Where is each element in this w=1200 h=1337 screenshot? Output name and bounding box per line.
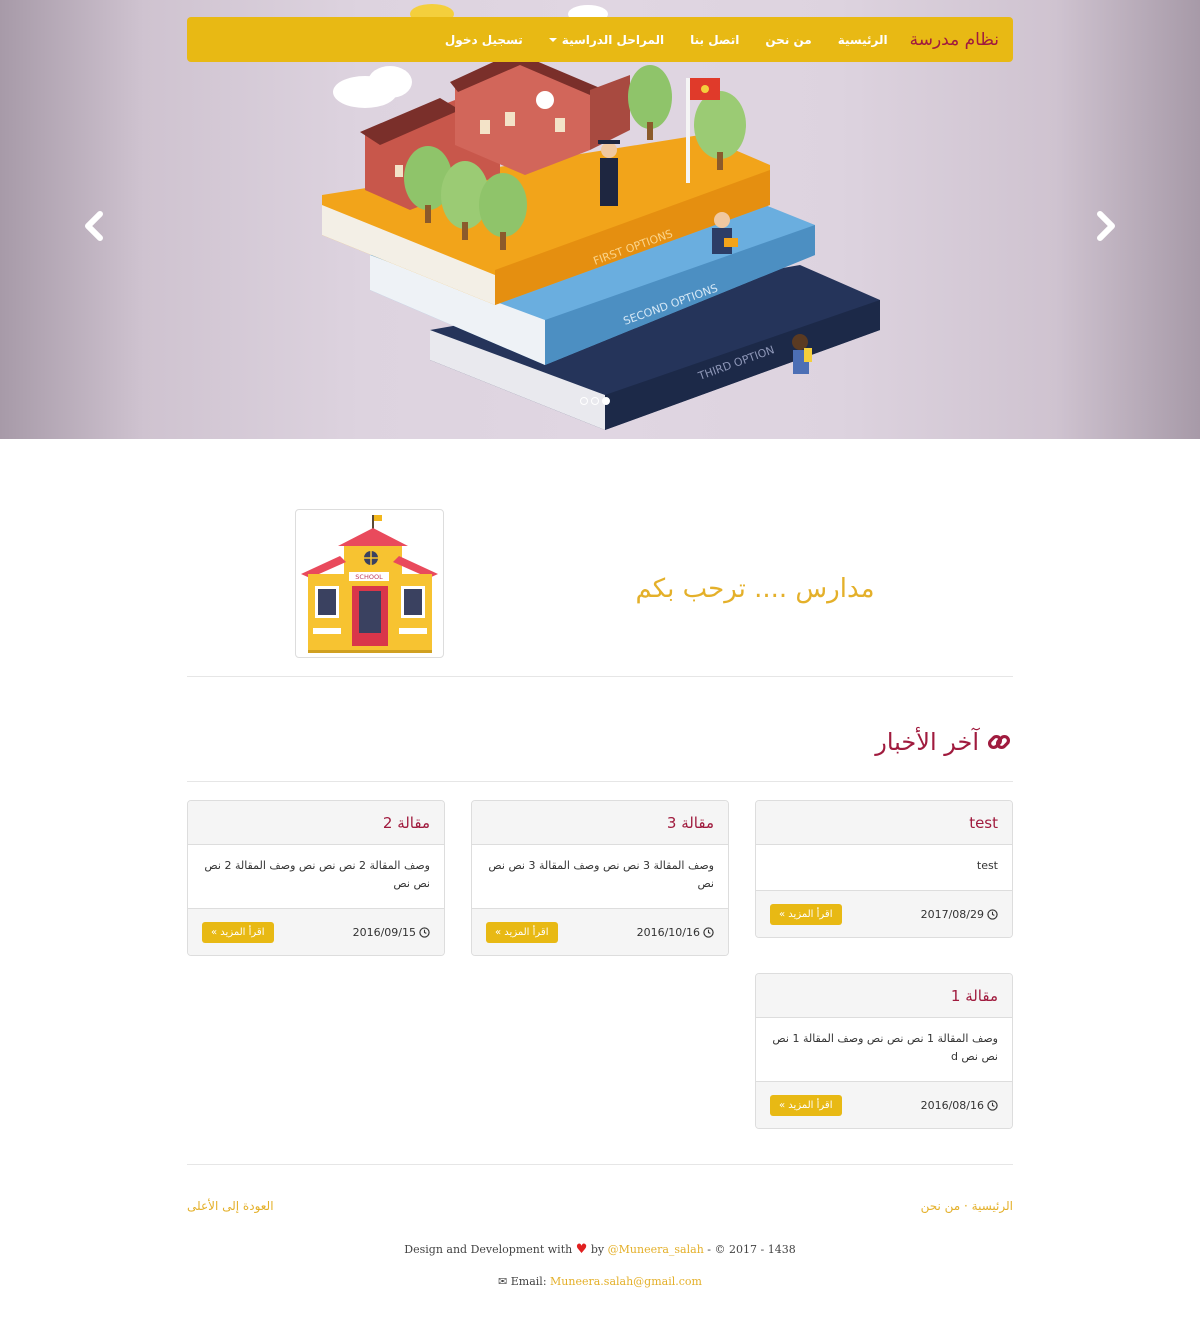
section-divider xyxy=(187,676,1013,677)
clock-icon xyxy=(987,908,998,920)
clock-icon xyxy=(987,1099,998,1111)
envelope-icon: ✉ xyxy=(498,1275,508,1288)
footer-separator: · xyxy=(964,1199,968,1213)
news-card-footer: 2016/08/16 اقرأ المزيد » xyxy=(756,1081,1012,1128)
news-card-date: 2016/08/16 xyxy=(921,1099,998,1112)
news-card-body: test xyxy=(976,859,998,872)
news-card-title[interactable]: مقالة 2 xyxy=(188,801,444,845)
main-navbar: نظام مدرسة الرئيسية من نحن اتصل بنا المر… xyxy=(187,17,1013,62)
news-card-body: وصف المقالة 2 نص نص نص وصف المقالة 2 نص … xyxy=(204,859,430,890)
carousel-indicator[interactable] xyxy=(591,397,599,405)
news-card: مقالة 2 وصف المقالة 2 نص نص نص وصف المقا… xyxy=(187,800,445,956)
clock-icon xyxy=(419,926,430,938)
news-card-body: وصف المقالة 1 نص نص نص وصف المقالة 1 نص … xyxy=(772,1032,998,1063)
news-divider xyxy=(187,781,1013,782)
navbar-brand[interactable]: نظام مدرسة xyxy=(910,30,999,50)
credit-by: by xyxy=(590,1243,605,1256)
hero-carousel: THIRD OPTION SECOND OPTIONS FIRST OPTION… xyxy=(0,0,1200,439)
clock-icon xyxy=(703,926,714,938)
footer-email: ✉ Email: Muneera.salah@gmail.com xyxy=(0,1275,1200,1288)
nav-item-about[interactable]: من نحن xyxy=(765,33,811,47)
carousel-indicator-active[interactable] xyxy=(602,397,610,405)
news-card-date: 2016/10/16 xyxy=(637,926,714,939)
nav-item-stages-label: المراحل الدراسية xyxy=(561,32,665,47)
heart-icon: ♥ xyxy=(575,1242,588,1257)
credit-prefix: Design and Development with xyxy=(404,1243,573,1256)
read-more-button[interactable]: اقرأ المزيد » xyxy=(770,903,842,925)
read-more-button[interactable]: اقرأ المزيد » xyxy=(486,921,558,943)
footer-nav: الرئيسية · من نحن xyxy=(921,1199,1013,1213)
credit-suffix: - © 2017 - 1438 xyxy=(707,1243,796,1256)
news-card-date-text: 2016/09/15 xyxy=(352,925,416,939)
news-card: مقالة 3 وصف المقالة 3 نص نص وصف المقالة … xyxy=(471,800,729,956)
email-label: Email: xyxy=(510,1275,547,1288)
footer-link-home[interactable]: الرئيسية xyxy=(972,1199,1013,1213)
caret-down-icon xyxy=(548,38,557,42)
news-card-title[interactable]: test xyxy=(756,801,1012,845)
carousel-indicator[interactable] xyxy=(580,397,588,405)
carousel-prev-icon[interactable] xyxy=(76,206,112,246)
welcome-title: مدارس .... ترحب بكم xyxy=(635,574,875,604)
news-card-date-text: 2017/08/29 xyxy=(920,907,984,921)
back-to-top-link[interactable]: العودة إلى الأعلى xyxy=(187,1199,274,1213)
nav-item-login[interactable]: تسجيل دخول xyxy=(445,33,523,47)
footer-link-about[interactable]: من نحن xyxy=(921,1199,961,1213)
news-card-body: وصف المقالة 3 نص نص وصف المقالة 3 نص نص … xyxy=(488,859,714,890)
footer-divider xyxy=(187,1164,1013,1165)
email-link[interactable]: Muneera.salah@gmail.com xyxy=(550,1275,702,1288)
news-card-title[interactable]: مقالة 1 xyxy=(756,974,1012,1018)
news-heading: آخر الأخبار xyxy=(875,728,979,756)
news-card-date-text: 2016/10/16 xyxy=(636,925,700,939)
nav-item-contact[interactable]: اتصل بنا xyxy=(690,33,739,47)
carousel-next-icon[interactable] xyxy=(1088,206,1124,246)
news-card: test test 2017/08/29 اقرأ المزيد » xyxy=(755,800,1013,938)
news-card-date: 2017/08/29 xyxy=(921,908,998,921)
news-card-date-text: 2016/08/16 xyxy=(920,1098,984,1112)
carousel-slide-illustration: THIRD OPTION SECOND OPTIONS FIRST OPTION… xyxy=(322,4,880,430)
read-more-button[interactable]: اقرأ المزيد » xyxy=(770,1094,842,1116)
nav-item-stages-dropdown[interactable]: المراحل الدراسية xyxy=(548,32,665,47)
news-card-footer: 2017/08/29 اقرأ المزيد » xyxy=(756,890,1012,937)
news-card: مقالة 1 وصف المقالة 1 نص نص نص وصف المقا… xyxy=(755,973,1013,1129)
school-sign: SCHOOL xyxy=(355,573,383,581)
school-image: SCHOOL xyxy=(295,509,444,658)
nav-item-home[interactable]: الرئيسية xyxy=(838,33,888,47)
news-card-title[interactable]: مقالة 3 xyxy=(472,801,728,845)
link-icon xyxy=(987,734,1011,750)
credit-handle-link[interactable]: @Muneera_salah xyxy=(608,1243,704,1256)
read-more-button[interactable]: اقرأ المزيد » xyxy=(202,921,274,943)
news-section-header: آخر الأخبار xyxy=(760,728,1013,756)
news-card-footer: 2016/10/16 اقرأ المزيد » xyxy=(472,908,728,955)
news-card-date: 2016/09/15 xyxy=(353,926,430,939)
carousel-indicators xyxy=(580,397,610,405)
school-building-icon: SCHOOL xyxy=(301,515,438,653)
news-card-footer: 2016/09/15 اقرأ المزيد » xyxy=(188,908,444,955)
footer-credit: Design and Development with ♥ by @Muneer… xyxy=(0,1242,1200,1257)
